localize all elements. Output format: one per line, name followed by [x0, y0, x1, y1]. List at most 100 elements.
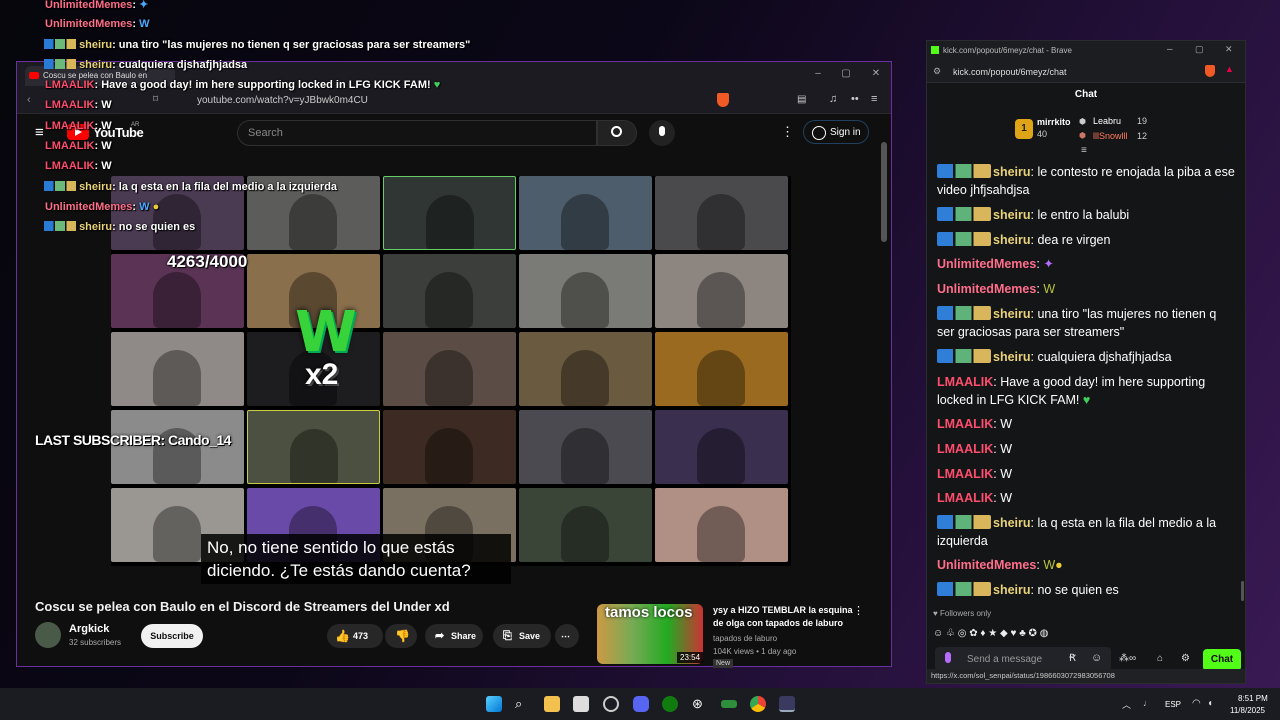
more-options-icon[interactable]: ⋮ [781, 124, 794, 140]
language-indicator[interactable]: ESP [1165, 700, 1181, 709]
close-icon[interactable]: ✕ [869, 67, 883, 81]
gifter-name[interactable]: lllSnowlll [1093, 131, 1128, 141]
maximize-icon[interactable]: ▢ [1195, 44, 1204, 55]
address-bar[interactable]: ⚙ kick.com/popout/6meyz/chat ▲ [927, 61, 1245, 83]
subscribe-button[interactable]: Subscribe [141, 624, 203, 648]
clock-date[interactable]: 11/8/2025 [1230, 706, 1265, 715]
site-settings-icon[interactable]: ⚙ [933, 66, 941, 77]
user-badges-icon [44, 181, 76, 191]
gifter-count: 40 [1037, 129, 1048, 139]
emoji-icon[interactable]: ☺ [1091, 652, 1102, 664]
voice-search-button[interactable] [649, 120, 675, 146]
windows-start-icon[interactable] [486, 696, 502, 712]
emote-icon: ✦ [139, 0, 149, 11]
minimize-icon[interactable]: – [1167, 44, 1173, 55]
chat-scrollbar[interactable] [1241, 581, 1244, 601]
app-icon[interactable] [721, 700, 737, 708]
url-text[interactable]: kick.com/popout/6meyz/chat [953, 67, 1067, 77]
settings-gear-icon[interactable]: ⚙ [1181, 653, 1190, 664]
chat-message-text: : W [993, 467, 1012, 481]
chat-username[interactable]: LMAALIK [937, 467, 993, 481]
wifi-icon[interactable]: ◠ [1192, 698, 1201, 709]
share-button[interactable]: ➦ Share [425, 624, 483, 648]
mic-tray-icon[interactable]: ♩ [1143, 698, 1152, 708]
user-badges-icon [937, 306, 991, 320]
minimize-icon[interactable]: – [811, 67, 825, 81]
scrollbar[interactable] [881, 142, 887, 242]
search-icon[interactable]: ⌕ [515, 696, 531, 712]
chat-message-input[interactable]: Send a message Ꞧ ☺ [935, 647, 1111, 671]
microphone-icon[interactable] [945, 652, 951, 663]
discord-icon[interactable] [633, 696, 649, 712]
chat-username[interactable]: UnlimitedMemes [937, 282, 1036, 296]
chat-username[interactable]: sheiru [993, 208, 1031, 222]
recommended-channel[interactable]: tapados de laburo [713, 634, 777, 643]
maximize-icon[interactable]: ▢ [839, 67, 853, 81]
chat-username[interactable]: sheiru [993, 516, 1031, 530]
gifter-name[interactable]: mirrkito [1037, 117, 1071, 127]
store-icon[interactable]: ⌂ [1157, 653, 1163, 664]
xbox-icon[interactable] [662, 696, 678, 712]
emote-bar[interactable]: ☺ ♧ ◎ ✿ ♦ ★ ◆ ♥ ♣ ✪ ◍ [933, 623, 1133, 639]
clock-time[interactable]: 8:51 PM [1238, 694, 1268, 703]
chat-username[interactable]: LMAALIK [937, 375, 993, 389]
gifter-count: 12 [1137, 131, 1148, 141]
search-icon [611, 126, 622, 137]
like-button[interactable]: 👍 473 [327, 624, 383, 648]
chat-username[interactable]: LMAALIK [937, 442, 993, 456]
tray-chevron-icon[interactable]: ︿ [1122, 698, 1131, 711]
emote-icon: W [1043, 558, 1056, 572]
text-format-icon[interactable]: Ꞧ [1069, 653, 1076, 664]
thumbs-up-icon: 👍 [335, 629, 350, 643]
sign-in-label: Sign in [830, 127, 861, 138]
chat-username[interactable]: sheiru [993, 307, 1031, 321]
chat-username[interactable]: sheiru [993, 233, 1031, 247]
overlay-message: : [132, 201, 137, 213]
chat-username[interactable]: LMAALIK [937, 417, 993, 431]
gifter-name[interactable]: Leabru [1093, 116, 1121, 126]
file-explorer-icon[interactable] [544, 696, 560, 712]
chat-username[interactable]: sheiru [993, 350, 1031, 364]
window-title: kick.com/popout/6meyz/chat - Brave [943, 46, 1072, 55]
overlay-message: : una tiro "las mujeres no tienen q ser … [112, 39, 471, 51]
share-icon: ➦ [435, 630, 445, 642]
more-actions-button[interactable]: ⋯ [555, 624, 579, 648]
expand-icon[interactable]: ≡ [1081, 145, 1087, 156]
dislike-button[interactable]: 👎 [385, 624, 417, 648]
recommended-meta: 104K views • 1 day ago [713, 647, 797, 656]
overlay-username: sheiru [79, 221, 113, 233]
steam-icon[interactable]: ⊛ [692, 696, 708, 712]
more-options-icon[interactable]: ⋮ [853, 604, 864, 617]
brave-icon[interactable] [779, 696, 795, 712]
chat-username[interactable]: UnlimitedMemes [937, 257, 1036, 271]
chat-message-text: : dea re virgen [1030, 233, 1111, 247]
app-icon[interactable] [603, 696, 619, 712]
music-icon[interactable]: ♫ [829, 93, 837, 105]
channel-avatar[interactable] [35, 622, 61, 648]
store-icon[interactable] [573, 696, 589, 712]
recommended-title[interactable]: ysy a HIZO TEMBLAR la esquina de olga co… [713, 604, 863, 630]
chrome-icon[interactable] [750, 696, 766, 712]
brave-shield-icon[interactable] [1205, 65, 1215, 77]
save-button[interactable]: ⎘ Save [493, 624, 551, 648]
channel-name[interactable]: Argkick [69, 623, 109, 635]
emote-icon: ● [1055, 558, 1063, 572]
menu-icon[interactable]: ≡ [871, 93, 877, 105]
close-icon[interactable]: ✕ [1225, 44, 1233, 55]
search-button[interactable] [597, 120, 637, 146]
chat-username[interactable]: UnlimitedMemes [937, 558, 1036, 572]
emote-icon[interactable]: ☺ ♧ ◎ ✿ ♦ ★ ◆ ♥ ♣ ✪ ◍ [933, 628, 1048, 639]
thumbnail-text: tamos locos [605, 604, 693, 621]
reader-icon[interactable]: ▤ [797, 94, 806, 105]
sign-in-button[interactable]: Sign in [803, 120, 869, 144]
volume-icon[interactable]: ◖ [1207, 698, 1213, 709]
extensions-icon[interactable]: •• [851, 93, 859, 105]
send-chat-button[interactable]: Chat [1203, 649, 1241, 671]
windows-taskbar: ⌕ ⊛ ︿ ♩ [0, 688, 1280, 720]
rewards-icon[interactable]: ▲ [1225, 64, 1234, 74]
chat-username[interactable]: sheiru [993, 165, 1031, 179]
chat-username[interactable]: sheiru [993, 583, 1031, 597]
connections-icon[interactable]: ⁂∞ [1119, 653, 1136, 664]
brave-shield-icon[interactable] [717, 93, 729, 107]
chat-username[interactable]: LMAALIK [937, 491, 993, 505]
